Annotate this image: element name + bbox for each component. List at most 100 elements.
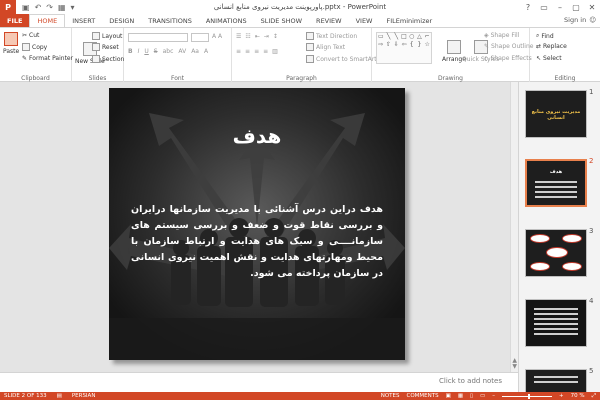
columns-icon[interactable]: ▥ (272, 48, 278, 55)
maximize-button[interactable]: ▢ (568, 0, 584, 14)
shape-rectangle-icon[interactable]: □ (400, 33, 408, 41)
zoom-out-icon[interactable]: – (492, 393, 495, 399)
text-direction-button[interactable]: Text Direction (306, 32, 357, 40)
zoom-slider[interactable] (502, 393, 552, 399)
customize-qat-icon[interactable]: ▾ (71, 3, 75, 12)
thumbnail-slide-1[interactable]: مدیریت نیروی منابع انسانی (525, 90, 587, 138)
undo-icon[interactable]: ↶ (35, 3, 42, 12)
shape-brace-icon[interactable]: { (408, 41, 416, 49)
thumbnail-slide-5[interactable] (525, 369, 587, 392)
shape-textbox-icon[interactable]: ▭ (377, 33, 385, 41)
fit-slide-icon[interactable]: ⤢ (592, 393, 596, 400)
zoom-level[interactable]: 70 % (571, 393, 585, 399)
font-grow-icon[interactable]: A A (212, 33, 222, 40)
redo-icon[interactable]: ↷ (46, 3, 53, 12)
reading-view-icon[interactable]: ▯ (470, 393, 473, 399)
shape-line-icon[interactable]: ⌐ (423, 33, 431, 41)
slideshow-view-icon[interactable]: ▭ (480, 393, 485, 399)
format-painter-button[interactable]: ✎ Format Painter (22, 55, 73, 62)
tab-slide-show[interactable]: SLIDE SHOW (254, 14, 309, 27)
copy-button[interactable]: Copy (22, 43, 47, 51)
current-slide[interactable]: هدف هدف دراین درس آشنائی با مدیریت سازما… (109, 88, 405, 360)
layout-button[interactable]: Layout (92, 32, 122, 40)
italic-icon[interactable]: I (138, 48, 140, 55)
paste-button[interactable]: Paste (3, 32, 19, 55)
minimize-button[interactable]: – (552, 0, 568, 14)
text-shadow-icon[interactable]: abc (163, 48, 174, 55)
shape-effects-button[interactable]: ◇ Shape Effects (484, 55, 532, 62)
font-color-icon[interactable]: A (204, 48, 208, 55)
align-left-icon[interactable]: ≡ (236, 48, 241, 55)
tab-design[interactable]: DESIGN (102, 14, 141, 27)
comments-toggle[interactable]: COMMENTS (407, 393, 439, 399)
shape-arrow-icon[interactable]: ⇦ (400, 41, 408, 49)
tab-file[interactable]: FILE (0, 14, 30, 27)
line-spacing-icon[interactable]: ↕ (273, 33, 278, 40)
bold-icon[interactable]: B (128, 48, 133, 55)
align-right-icon[interactable]: ≡ (254, 48, 259, 55)
replace-button[interactable]: ⇄ Replace (536, 43, 567, 50)
shape-oval-icon[interactable]: ○ (408, 33, 416, 41)
tab-view[interactable]: VIEW (349, 14, 380, 27)
underline-icon[interactable]: U (144, 48, 148, 55)
shape-line-icon[interactable]: ╲ (385, 33, 393, 41)
language-indicator[interactable]: PERSIAN (72, 393, 96, 399)
spellcheck-icon[interactable]: ▤ (57, 393, 62, 399)
notes-pane[interactable]: Click to add notes (0, 372, 518, 392)
tab-animations[interactable]: ANIMATIONS (199, 14, 254, 27)
sign-in[interactable]: Sign in ☺ (564, 16, 596, 24)
align-text-button[interactable]: Align Text (306, 43, 345, 51)
shape-star-icon[interactable]: ☆ (423, 41, 431, 49)
convert-smartart-button[interactable]: Convert to SmartArt (306, 55, 377, 63)
start-slideshow-icon[interactable]: ▦ (58, 3, 66, 12)
numbering-icon[interactable]: ☷ (245, 33, 250, 40)
slide-body-text[interactable]: هدف دراین درس آشنائی با مدیریت سازمانها … (131, 202, 383, 282)
justify-icon[interactable]: ≡ (263, 48, 268, 55)
tab-transitions[interactable]: TRANSITIONS (141, 14, 199, 27)
ribbon-display-button[interactable]: ▭ (536, 0, 552, 14)
change-case-icon[interactable]: Aa (191, 48, 199, 55)
normal-view-icon[interactable]: ▣ (446, 393, 451, 399)
cut-button[interactable]: ✂ Cut (22, 32, 39, 39)
layout-label: Layout (102, 32, 123, 40)
group-paragraph: ☰ ☷ ⇤ ⇥ ↕ ≡ ≡ ≡ ≡ ▥ Text Direction Align… (232, 28, 377, 83)
shapes-gallery[interactable]: ▭ ╲ ╲ □ ○ △ ⌐ ⇨ ⇧ ⇩ ⇦ { } ☆ (376, 32, 432, 64)
shape-triangle-icon[interactable]: △ (416, 33, 424, 41)
increase-indent-icon[interactable]: ⇥ (264, 33, 269, 40)
save-icon[interactable]: ▣ (22, 3, 30, 12)
shape-brace-icon[interactable]: } (416, 41, 424, 49)
thumbnail-slide-4[interactable] (525, 299, 587, 347)
slide-title[interactable]: هدف (109, 124, 405, 148)
font-name-dropdown[interactable] (128, 33, 188, 42)
shape-fill-button[interactable]: ◈ Shape Fill (484, 32, 519, 39)
tab-insert[interactable]: INSERT (65, 14, 102, 27)
strikethrough-icon[interactable]: S (154, 48, 158, 55)
section-button[interactable]: Section (92, 55, 124, 63)
thumbnail-slide-2[interactable]: هدف (525, 159, 587, 207)
scroll-arrows-icon[interactable]: ▲ ▼ (512, 358, 517, 370)
find-button[interactable]: ⌕ Find (536, 32, 554, 40)
vertical-scrollbar[interactable] (510, 82, 518, 372)
shape-arrow-icon[interactable]: ⇩ (392, 41, 400, 49)
char-spacing-icon[interactable]: AV (178, 48, 186, 55)
bullets-icon[interactable]: ☰ (236, 33, 241, 40)
align-center-icon[interactable]: ≡ (245, 48, 250, 55)
tab-home[interactable]: HOME (29, 14, 66, 27)
slide-sorter-icon[interactable]: ▦ (458, 393, 463, 399)
font-size-dropdown[interactable] (191, 33, 209, 42)
shape-arrow-icon[interactable]: ⇧ (385, 41, 393, 49)
zoom-in-icon[interactable]: + (559, 393, 564, 399)
shape-arrow-icon[interactable]: ⇨ (377, 41, 385, 49)
shape-line-icon[interactable]: ╲ (392, 33, 400, 41)
thumbnail-slide-3[interactable] (525, 229, 587, 277)
powerpoint-logo-icon: P (0, 0, 16, 14)
tab-fileminimizer[interactable]: FILEminimizer (379, 14, 439, 27)
reset-button[interactable]: Reset (92, 43, 119, 51)
help-button[interactable]: ? (520, 0, 536, 14)
decrease-indent-icon[interactable]: ⇤ (255, 33, 260, 40)
close-button[interactable]: ✕ (584, 0, 600, 14)
shape-outline-button[interactable]: ✎ Shape Outline (484, 43, 533, 50)
tab-review[interactable]: REVIEW (309, 14, 349, 27)
notes-toggle[interactable]: NOTES (381, 393, 400, 399)
select-button[interactable]: ↖ Select (536, 55, 562, 62)
